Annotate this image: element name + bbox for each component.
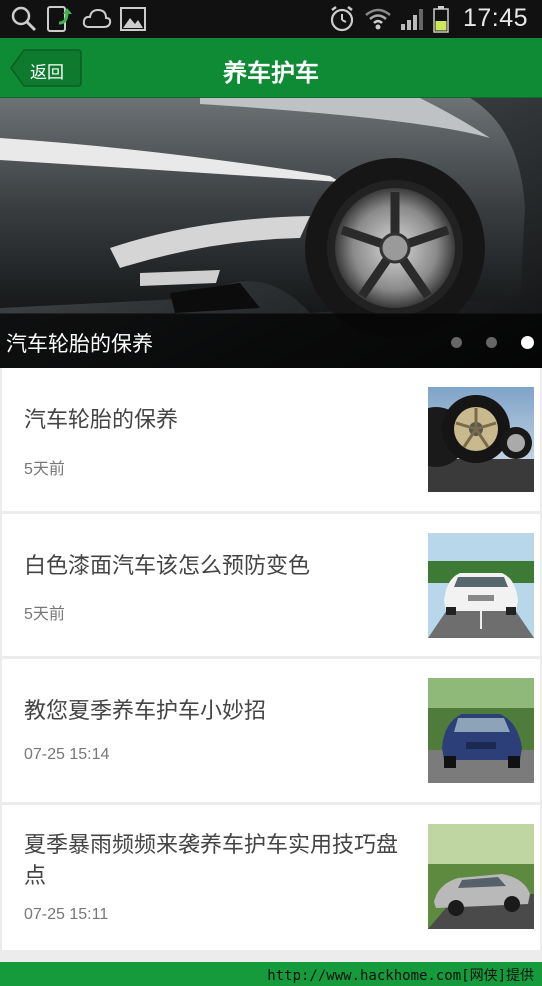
article-time: 5天前: [24, 606, 65, 623]
article-title: 汽车轮胎的保养: [24, 407, 179, 432]
search-icon: [10, 6, 38, 32]
article-title: 教您夏季养车护车小妙招: [24, 698, 267, 723]
article-time: 07-25 15:11: [24, 906, 109, 923]
hero-caption-bar: 汽车轮胎的保养: [0, 314, 542, 368]
list-item[interactable]: 夏季暴雨频频来袭养车护车实用技巧盘点 07-25 15:11: [2, 805, 540, 950]
wifi-icon: [364, 6, 392, 32]
article-time: 5天前: [24, 461, 65, 478]
article-title: 夏季暴雨频频来袭养车护车实用技巧盘点: [24, 832, 399, 888]
watermark-text: http://www.hackhome.com[网侠]提供: [267, 968, 534, 984]
carousel-dot-active[interactable]: [521, 336, 534, 349]
list-item[interactable]: 汽车轮胎的保养 5天前: [2, 368, 540, 511]
tire-image: [428, 387, 534, 492]
hero-banner[interactable]: 汽车轮胎的保养: [0, 98, 542, 368]
white-car-image: [428, 533, 534, 638]
carousel-indicator: [451, 336, 534, 349]
download-icon: [44, 6, 76, 32]
cloud-icon: [82, 6, 112, 32]
list-item[interactable]: 白色漆面汽车该怎么预防变色 5天前: [2, 514, 540, 656]
silver-car-image: [428, 824, 534, 929]
carousel-dot[interactable]: [451, 337, 462, 348]
battery-icon: [430, 6, 452, 33]
app-header: 返回 养车护车: [0, 38, 542, 98]
article-list: 汽车轮胎的保养 5天前 白色漆面汽车该怎么预防变色 5天前 教您夏季养车护车小妙…: [0, 368, 542, 962]
article-title: 白色漆面汽车该怎么预防变色: [24, 553, 311, 578]
status-time: 17:45: [462, 4, 528, 32]
page-title: 养车护车: [223, 60, 319, 87]
blue-car-image: [428, 678, 534, 783]
alarm-icon: [328, 6, 356, 32]
image-icon: [118, 6, 148, 32]
hero-caption: 汽车轮胎的保养: [6, 333, 153, 356]
status-bar: 17:45: [0, 0, 542, 38]
list-item[interactable]: 教您夏季养车护车小妙招 07-25 15:14: [2, 659, 540, 802]
carousel-dot[interactable]: [486, 337, 497, 348]
article-time: 07-25 15:14: [24, 746, 110, 763]
bottom-bar: http://www.hackhome.com[网侠]提供: [0, 962, 542, 986]
signal-icon: [398, 6, 426, 32]
